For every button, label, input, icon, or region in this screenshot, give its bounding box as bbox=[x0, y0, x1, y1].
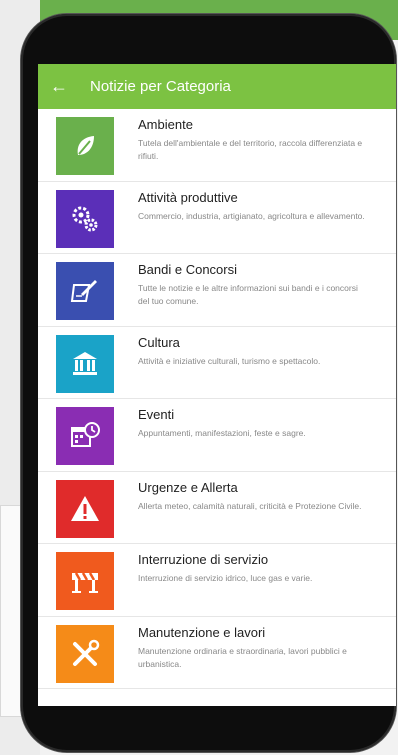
category-list: Ambiente Tutela dell'ambientale e del te… bbox=[38, 109, 396, 689]
category-description: Appuntamenti, manifestazioni, feste e sa… bbox=[138, 428, 306, 438]
category-item-urgenze-allerta[interactable]: Urgenze e Allerta Allerta meteo, calamit… bbox=[38, 472, 396, 544]
tools-icon bbox=[73, 639, 100, 666]
category-description: Commercio, industria, artigianato, agric… bbox=[138, 210, 365, 221]
category-name: Ambiente bbox=[138, 117, 193, 132]
category-icon-tile bbox=[56, 334, 114, 393]
category-name: Manutenzione e lavori bbox=[138, 624, 266, 640]
category-description: Allerta meteo, calamità naturali, critic… bbox=[138, 500, 362, 511]
category-name: Cultura bbox=[138, 334, 180, 350]
category-icon-tile bbox=[56, 189, 114, 248]
app-bar: ← Notizie per Categoria bbox=[38, 64, 396, 109]
warning-icon bbox=[71, 495, 99, 521]
category-item-cultura[interactable]: Cultura Attività e iniziative culturali,… bbox=[38, 327, 396, 399]
category-item-interruzione-servizio[interactable]: Interruzione di servizio Interruzione di… bbox=[38, 544, 396, 617]
category-icon-tile bbox=[56, 407, 114, 465]
category-item-bandi-concorsi[interactable]: Bandi e Concorsi Tutte le notizie e le a… bbox=[38, 254, 396, 327]
phone-screen: ← Notizie per Categoria Ambiente Tutela … bbox=[38, 64, 396, 706]
category-description: Tutte le notizie e le altre informazioni… bbox=[138, 283, 358, 306]
category-name: Bandi e Concorsi bbox=[138, 262, 237, 277]
category-icon-tile bbox=[56, 624, 114, 683]
category-icon-tile bbox=[56, 117, 114, 175]
page-title: Notizie per Categoria bbox=[90, 78, 231, 95]
category-icon-tile bbox=[56, 262, 114, 320]
category-item-ambiente[interactable]: Ambiente Tutela dell'ambientale e del te… bbox=[38, 109, 396, 182]
document-pen-icon bbox=[70, 280, 97, 302]
category-description: Manutenzione ordinaria e straordinaria, … bbox=[138, 645, 347, 669]
category-description: Interruzione di servizio idrico, luce ga… bbox=[138, 573, 313, 583]
category-icon-tile bbox=[56, 552, 114, 610]
museum-icon bbox=[73, 351, 97, 375]
category-item-manutenzione-lavori[interactable]: Manutenzione e lavori Manutenzione ordin… bbox=[38, 617, 396, 689]
gears-icon bbox=[72, 206, 98, 231]
barrier-icon bbox=[72, 572, 98, 593]
category-name: Interruzione di servizio bbox=[138, 552, 269, 567]
calendar-clock-icon bbox=[71, 422, 100, 447]
category-item-attivita-produttive[interactable]: Attività produttive Commercio, industria… bbox=[38, 182, 396, 254]
category-icon-tile bbox=[56, 479, 114, 538]
leaf-icon bbox=[77, 136, 94, 155]
arrow-left-icon[interactable]: ← bbox=[50, 76, 76, 97]
category-name: Attività produttive bbox=[138, 189, 238, 205]
category-description: Attività e iniziative culturali, turismo… bbox=[138, 355, 321, 366]
category-name: Eventi bbox=[138, 407, 175, 422]
category-name: Urgenze e Allerta bbox=[138, 479, 238, 495]
category-item-eventi[interactable]: Eventi Appuntamenti, manifestazioni, fes… bbox=[38, 399, 396, 472]
category-description: Tutela dell'ambientale e del territorio,… bbox=[138, 138, 363, 161]
